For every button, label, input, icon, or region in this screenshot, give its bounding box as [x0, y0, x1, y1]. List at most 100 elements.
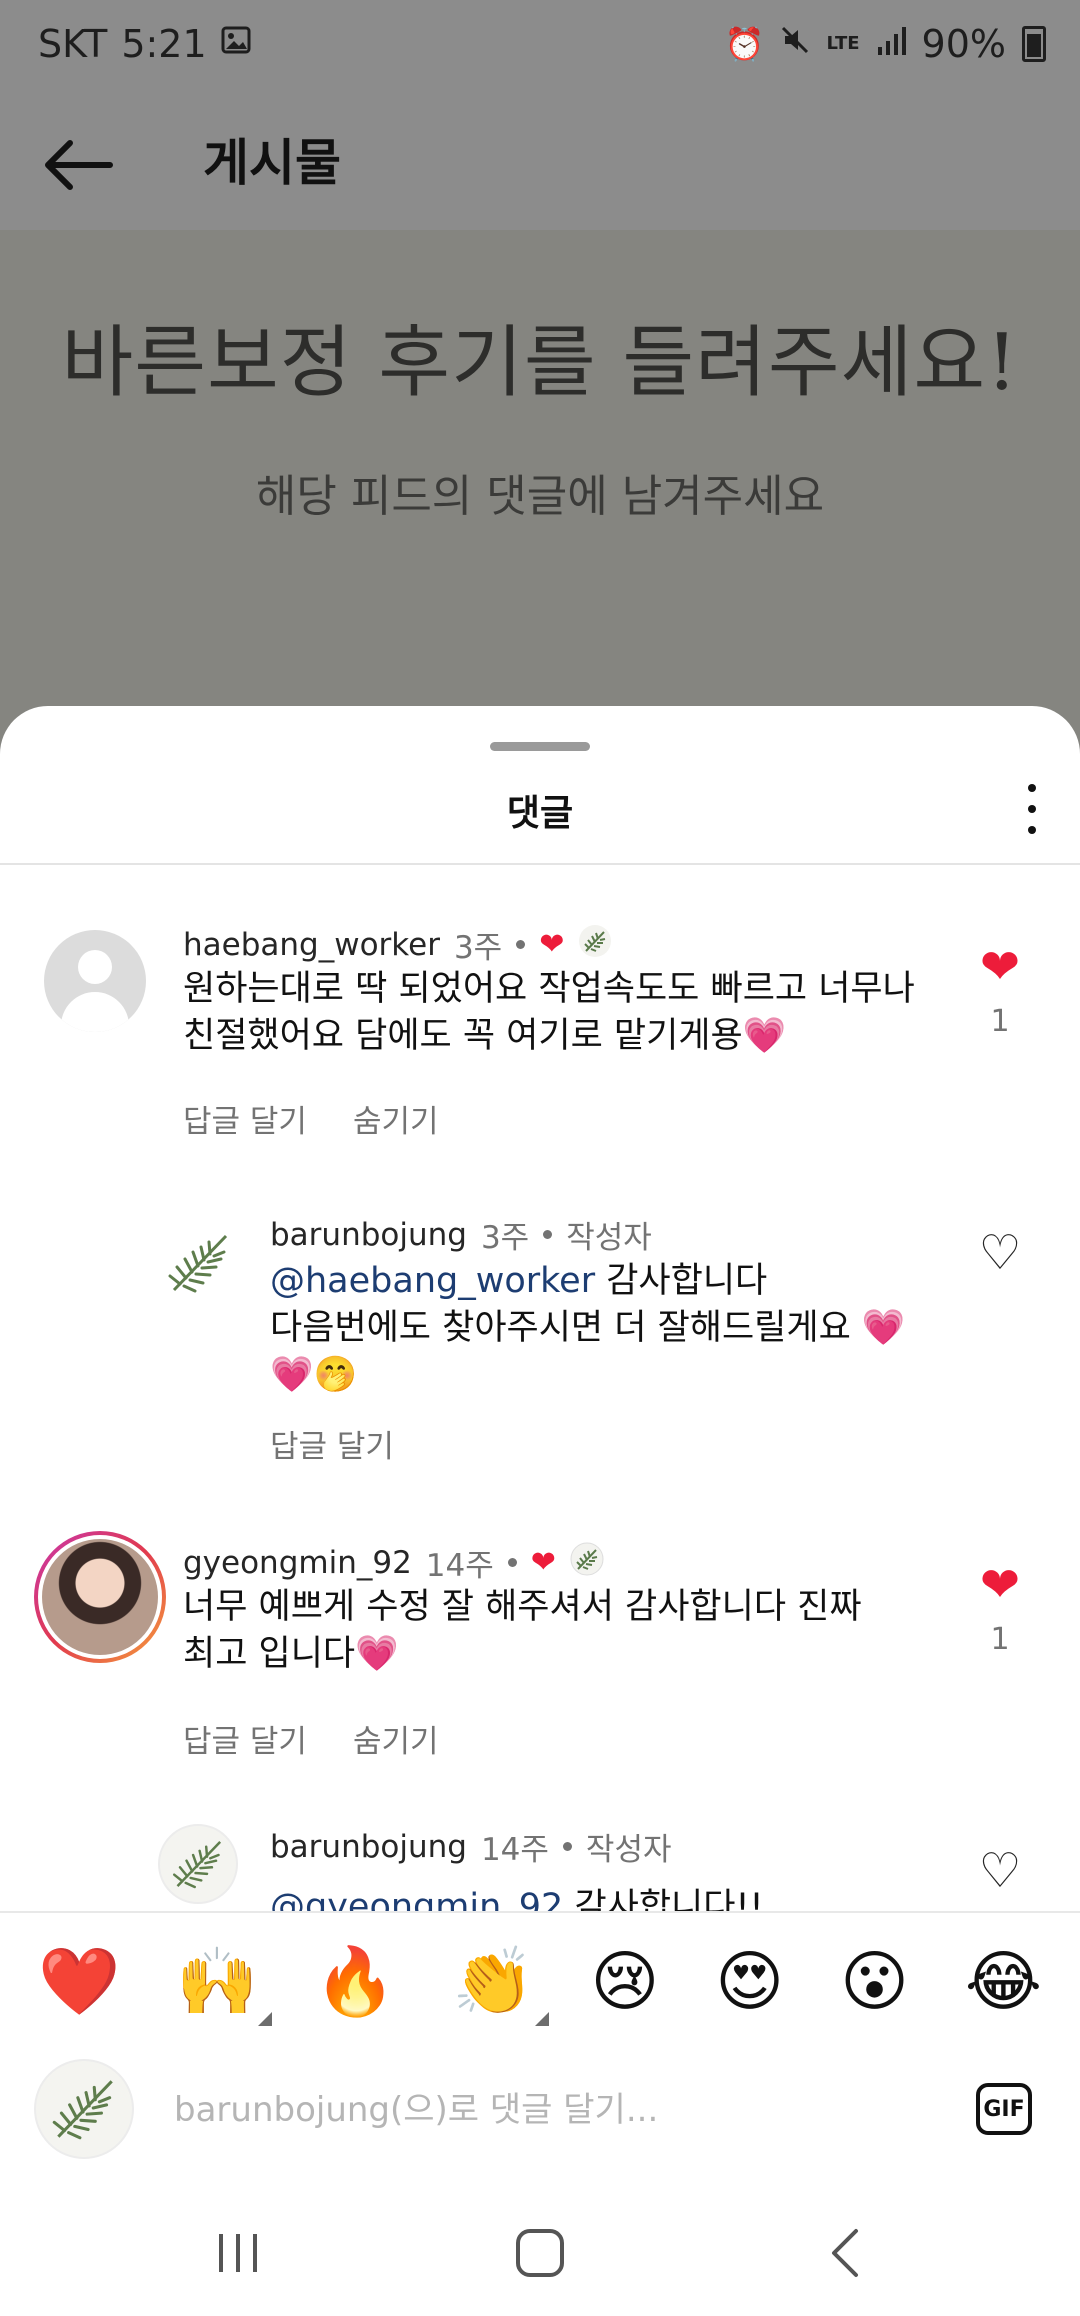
more-dot-icon	[1028, 805, 1036, 813]
raised-hands-emoji-button[interactable]: 🙌	[176, 1942, 273, 2026]
chevron-left-icon	[832, 2229, 858, 2277]
comment-username[interactable]: gyeongmin_92	[183, 1545, 412, 1581]
comment-text: 원하는대로 딱 되었어요 작업속도도 빠르고 너무나 친절했어요 담에도 꼭 여…	[183, 966, 943, 1060]
time-label: 5:21	[121, 22, 207, 66]
avatar-body-shape	[61, 992, 129, 1032]
comment-input[interactable]	[172, 2079, 936, 2141]
reply-username[interactable]: barunbojung	[270, 1829, 467, 1865]
signal-icon	[876, 25, 906, 63]
own-fern-avatar[interactable]	[34, 2059, 134, 2159]
alarm-icon: ⏰	[724, 25, 765, 63]
reply-actions: 답글 달기	[270, 1421, 394, 1466]
separator-dot	[507, 1558, 517, 1567]
hide-button[interactable]: 숨기기	[353, 1096, 439, 1141]
comment-like: ❤ 1	[970, 942, 1030, 1039]
clapping-emoji-button[interactable]: 👏	[452, 1942, 549, 2026]
fern-avatar[interactable]	[160, 1224, 238, 1302]
comment-text-line: 최고 입니다💗	[183, 1634, 399, 1674]
fern-badge-icon	[570, 1542, 604, 1584]
comment-time: 14주	[425, 1548, 494, 1584]
comment-time: 3주	[453, 930, 503, 966]
sheet-drag-handle[interactable]	[490, 742, 590, 751]
skin-tone-indicator-icon	[534, 2012, 549, 2026]
reply-time: 14주	[480, 1832, 549, 1868]
comment-text-line: 너무 예쁘게 수정 잘 해주셔서 감사합니다 진짜	[183, 1587, 862, 1627]
home-button[interactable]	[500, 2218, 580, 2288]
comments-list[interactable]: haebang_worker 3주 ❤ 원하는대로 딱 되었어요 작업속도도 빠…	[0, 866, 1080, 1911]
more-dot-icon	[1028, 826, 1036, 834]
comments-sheet: 댓글 haebang_worker 3주 ❤ 원하는대로 딱 되었어요 작업속도…	[0, 706, 1080, 2316]
network-type-label: LTE	[826, 33, 860, 54]
gallery-icon	[221, 25, 251, 63]
surprised-emoji-button[interactable]: 😮	[840, 1942, 909, 2022]
comment-like: ❤ 1	[970, 1560, 1030, 1657]
home-icon	[516, 2229, 564, 2277]
reply-text: @gyeongmin_92 감사합니다!!	[270, 1884, 950, 1911]
reply-button[interactable]: 답글 달기	[183, 1716, 307, 1761]
author-liked-heart-icon: ❤	[539, 927, 565, 962]
author-liked-heart-icon: ❤	[530, 1545, 556, 1580]
mention-link[interactable]: @gyeongmin_92	[270, 1887, 563, 1911]
mute-icon	[780, 25, 810, 63]
comment-actions: 답글 달기 숨기기	[183, 1096, 439, 1141]
raised-hands-emoji: 🙌	[176, 1943, 259, 2020]
reply-text-line: @gyeongmin_92 감사합니다!!	[270, 1884, 950, 1911]
fire-emoji-button[interactable]: 🔥	[314, 1942, 396, 2022]
hide-button[interactable]: 숨기기	[353, 1716, 439, 1761]
fern-badge-icon	[578, 924, 612, 966]
crying-emoji-button[interactable]: 😢	[591, 1942, 660, 2022]
avatar-ring-inner	[38, 1535, 162, 1659]
system-back-button[interactable]	[806, 2218, 886, 2288]
reply-meta: barunbojung 3주 작성자	[270, 1212, 652, 1257]
story-ring-avatar[interactable]	[34, 1531, 166, 1663]
reply-text-line: 💗🤭	[270, 1355, 358, 1395]
recent-apps-button[interactable]	[198, 2218, 278, 2288]
post-subheading: 해당 피드의 댓글에 남겨주세요	[255, 471, 825, 522]
comment-username[interactable]: haebang_worker	[183, 927, 440, 963]
heart-eyes-emoji-button[interactable]: 😍	[715, 1942, 784, 2022]
like-heart-outline-icon[interactable]: ♡	[970, 1228, 1030, 1278]
fern-avatar[interactable]	[158, 1824, 238, 1904]
laughing-emoji-button[interactable]: 😂	[965, 1942, 1042, 2022]
reply-text-line: 다음번에도 찾아주시면 더 잘해드릴게요 💗	[270, 1308, 906, 1348]
quick-reactions-bar: ❤️ 🙌 🔥 👏 😢 😍 😮 😂	[0, 1911, 1080, 2051]
like-heart-outline-icon[interactable]: ♡	[970, 1846, 1030, 1896]
profile-photo	[42, 1539, 158, 1655]
default-avatar[interactable]	[44, 930, 146, 1032]
separator-dot	[516, 940, 526, 949]
reply-username[interactable]: barunbojung	[270, 1217, 467, 1253]
like-count: 1	[990, 1622, 1010, 1657]
carrier-label: SKT	[38, 22, 108, 66]
comment-meta: haebang_worker 3주 ❤	[183, 922, 612, 967]
back-button[interactable]	[40, 130, 120, 200]
status-bar: SKT 5:21 ⏰ LTE 90%	[0, 0, 1080, 100]
reply-meta: barunbojung 14주 작성자	[270, 1824, 671, 1869]
comment-text: 너무 예쁘게 수정 잘 해주셔서 감사합니다 진짜 최고 입니다💗	[183, 1584, 943, 1678]
like-heart-filled-icon[interactable]: ❤	[970, 942, 1030, 992]
comment-item: haebang_worker 3주 ❤ 원하는대로 딱 되었어요 작업속도도 빠…	[0, 866, 1080, 1140]
separator-dot	[543, 1230, 553, 1239]
mention-link[interactable]: @haebang_worker	[270, 1261, 595, 1301]
gif-button[interactable]: GIF	[976, 2083, 1032, 2135]
heart-emoji-button[interactable]: ❤️	[38, 1942, 120, 2022]
comment-text-line: 친절했어요 담에도 꼭 여기로 맡기게용💗	[183, 1016, 787, 1056]
author-badge: 작성자	[585, 1832, 672, 1868]
reply-text-fragment: 감사합니다	[595, 1261, 768, 1301]
like-heart-filled-icon[interactable]: ❤	[970, 1560, 1030, 1610]
divider	[0, 863, 1080, 865]
reply-text-line: @haebang_worker 감사합니다	[270, 1258, 950, 1305]
author-badge: 작성자	[566, 1220, 652, 1256]
reply-button[interactable]: 답글 달기	[183, 1096, 307, 1141]
more-options-button[interactable]	[1014, 784, 1050, 834]
skin-tone-indicator-icon	[258, 2012, 273, 2026]
reply-text: @haebang_worker 감사합니다 다음번에도 찾아주시면 더 잘해드릴…	[270, 1258, 950, 1399]
sheet-title: 댓글	[506, 793, 574, 834]
avatar-head-shape	[78, 950, 112, 984]
reply-text-fragment: 감사합니다!!	[563, 1887, 764, 1911]
reply-like: ♡	[970, 1846, 1030, 1896]
comment-input-row: GIF	[0, 2051, 1080, 2201]
reply-button[interactable]: 답글 달기	[270, 1421, 394, 1466]
system-nav-bar	[0, 2180, 1080, 2316]
clapping-emoji: 👏	[452, 1943, 535, 2020]
back-arrow-icon	[45, 140, 113, 190]
